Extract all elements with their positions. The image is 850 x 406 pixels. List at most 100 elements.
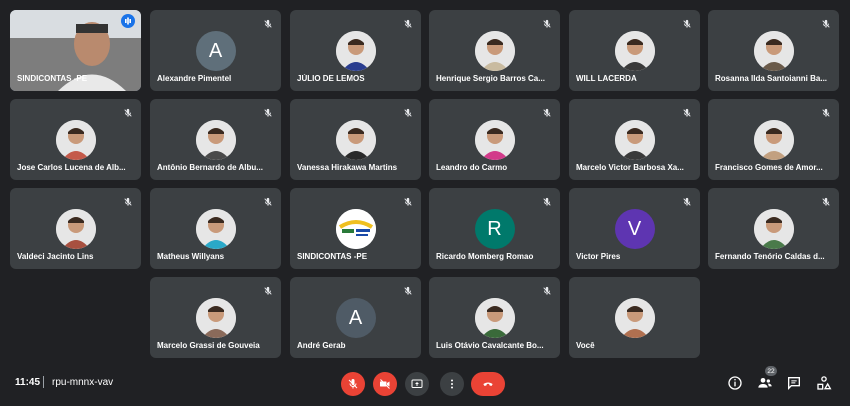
mic-muted-icon	[821, 16, 831, 28]
hang-up-icon	[483, 382, 493, 386]
avatar-photo	[195, 209, 236, 249]
mic-muted-icon	[821, 194, 831, 206]
info-icon	[728, 376, 742, 390]
participant-tile[interactable]: JÚLIO DE LEMOS	[290, 10, 421, 91]
mic-muted-icon	[682, 194, 692, 206]
participant-tile[interactable]: A Alexandre Pimentel	[150, 10, 281, 91]
camera-off-icon	[380, 379, 390, 389]
mic-muted-icon	[542, 16, 552, 28]
mic-muted-icon	[542, 283, 552, 295]
meeting-details-button[interactable]	[727, 375, 743, 391]
divider	[43, 376, 44, 388]
avatar-photo	[753, 120, 794, 160]
avatar-photo	[474, 120, 515, 160]
participant-tile[interactable]: Matheus Willyans	[150, 188, 281, 269]
participant-tile[interactable]: A André Gerab	[290, 277, 421, 358]
more-options-button[interactable]	[440, 372, 464, 396]
leave-call-button[interactable]	[471, 372, 505, 396]
mic-off-icon	[348, 379, 358, 389]
avatar-photo	[614, 120, 655, 160]
present-screen-icon	[411, 379, 423, 388]
mic-muted-icon	[542, 105, 552, 117]
participant-name: Vanessa Hirakawa Martins	[297, 163, 398, 172]
participant-tile[interactable]: Rosanna Ilda Santoianni Ba...	[708, 10, 839, 91]
participant-tile[interactable]: Fernando Tenório Caldas d...	[708, 188, 839, 269]
participant-tile[interactable]: Leandro do Carmo	[429, 99, 560, 180]
present-screen-button[interactable]	[405, 372, 429, 396]
chat-button[interactable]	[786, 375, 802, 391]
participant-tile[interactable]: Luis Otávio Cavalcante Bo...	[429, 277, 560, 358]
participant-name: Fernando Tenório Caldas d...	[715, 252, 825, 261]
participant-name: Você	[576, 341, 595, 350]
avatar-photo	[55, 120, 96, 160]
mic-muted-icon	[542, 194, 552, 206]
mic-muted-icon	[403, 283, 413, 295]
participant-name: Antônio Bernardo de Albu...	[157, 163, 263, 172]
avatar-photo	[335, 120, 376, 160]
participant-name: Jose Carlos Lucena de Alb...	[17, 163, 126, 172]
participant-tile[interactable]: V Victor Pires	[569, 188, 700, 269]
participant-tile[interactable]: Francisco Gomes de Amor...	[708, 99, 839, 180]
participant-name: JÚLIO DE LEMOS	[297, 74, 365, 83]
camera-toggle-button[interactable]	[373, 372, 397, 396]
participant-name: Luis Otávio Cavalcante Bo...	[436, 341, 544, 350]
participant-tile[interactable]: Marcelo Victor Barbosa Xa...	[569, 99, 700, 180]
mic-muted-icon	[403, 16, 413, 28]
avatar-photo	[753, 31, 794, 71]
participant-tile[interactable]: R Ricardo Momberg Romao	[429, 188, 560, 269]
meeting-code: rpu-mnnx-vav	[52, 377, 114, 388]
participant-name: André Gerab	[297, 341, 346, 350]
avatar-photo	[195, 298, 236, 338]
participant-tile[interactable]: WILL LACERDA	[569, 10, 700, 91]
participant-tile[interactable]: SINDICONTAS -PE	[290, 188, 421, 269]
participant-tile[interactable]: Antônio Bernardo de Albu...	[150, 99, 281, 180]
mic-muted-icon	[263, 283, 273, 295]
participant-tile[interactable]: Jose Carlos Lucena de Alb...	[10, 99, 141, 180]
avatar-letter: R	[474, 209, 515, 249]
activities-button[interactable]	[816, 375, 832, 391]
mic-muted-icon	[263, 194, 273, 206]
mic-muted-icon	[821, 105, 831, 117]
avatar-photo	[195, 120, 236, 160]
speaking-indicator-icon	[121, 14, 135, 28]
participant-count-badge: 22	[765, 366, 777, 376]
show-everyone-button[interactable]	[757, 375, 773, 391]
participant-name: SINDICONTAS -PE	[17, 74, 88, 83]
avatar-letter: V	[614, 209, 655, 249]
mic-muted-icon	[123, 105, 133, 117]
mic-muted-icon	[263, 105, 273, 117]
participant-name: Leandro do Carmo	[436, 163, 508, 172]
avatar-photo	[474, 31, 515, 71]
avatar-letter: A	[335, 298, 376, 338]
more-vert-icon	[451, 379, 453, 389]
mic-muted-icon	[682, 105, 692, 117]
mic-muted-icon	[123, 194, 133, 206]
mic-muted-icon	[263, 16, 273, 28]
participant-grid: SINDICONTAS -PE A Alexandre Pimentel JÚLIO …	[0, 0, 850, 360]
bottom-toolbar: 11:45 rpu-mnnx-vav	[0, 360, 850, 406]
participant-name: Marcelo Victor Barbosa Xa...	[576, 163, 684, 172]
participant-tile[interactable]: Vanessa Hirakawa Martins	[290, 99, 421, 180]
participant-name: Alexandre Pimentel	[157, 74, 232, 83]
meeting-clock: 11:45	[15, 377, 41, 388]
mic-muted-icon	[403, 194, 413, 206]
participant-name: Matheus Willyans	[157, 252, 225, 261]
participant-name: Marcelo Grassi de Gouveia	[157, 341, 260, 350]
avatar-letter: A	[195, 31, 236, 71]
participant-name: WILL LACERDA	[576, 74, 637, 83]
participant-tile[interactable]: Henrique Sergio Barros Ca...	[429, 10, 560, 91]
sindicontas-logo	[335, 209, 376, 249]
mic-muted-icon	[403, 105, 413, 117]
participant-tile[interactable]: Valdeci Jacinto Lins	[10, 188, 141, 269]
avatar-photo	[614, 31, 655, 71]
participant-tile[interactable]: Marcelo Grassi de Gouveia	[150, 277, 281, 358]
participant-tile[interactable]: Você	[569, 277, 700, 358]
avatar-photo	[55, 209, 96, 249]
participant-name: Francisco Gomes de Amor...	[715, 163, 823, 172]
avatar-photo	[614, 298, 655, 338]
people-icon	[758, 378, 772, 388]
microphone-toggle-button[interactable]	[341, 372, 365, 396]
avatar-photo	[474, 298, 515, 338]
participant-tile[interactable]: SINDICONTAS -PE	[10, 10, 141, 91]
chat-icon	[788, 377, 800, 390]
